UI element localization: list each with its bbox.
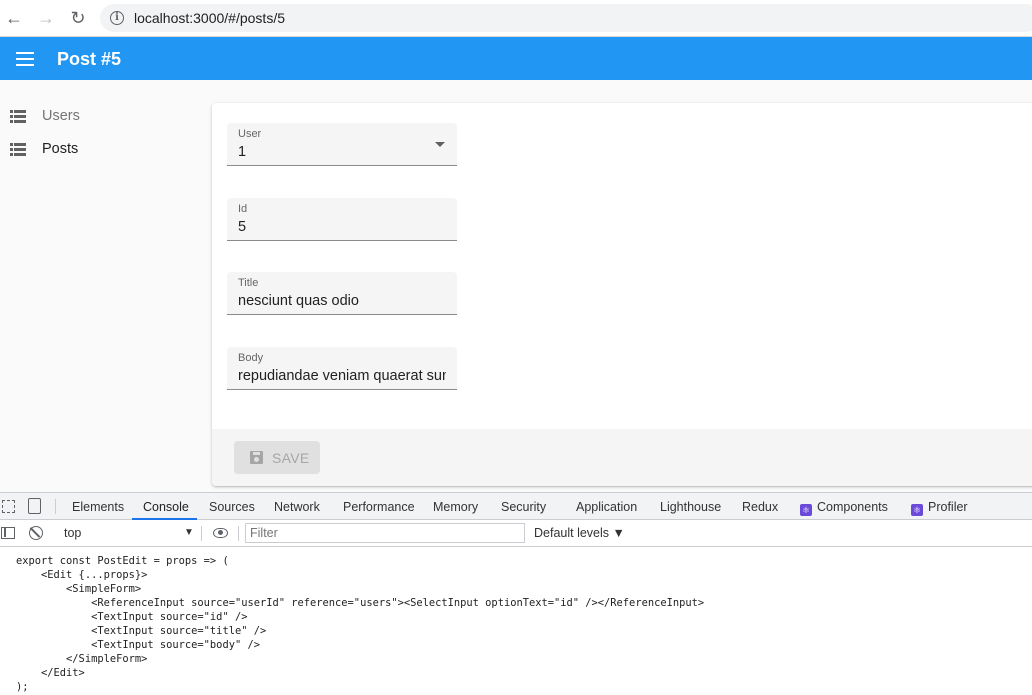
log-levels-dropdown[interactable]: Default levels ▼ xyxy=(534,526,625,540)
field-label: Title xyxy=(238,277,259,289)
tab-elements[interactable]: Elements xyxy=(72,500,124,514)
tab-profiler[interactable]: ⚛ Profiler xyxy=(911,500,968,516)
forward-arrow-icon[interactable]: → xyxy=(36,8,56,28)
divider xyxy=(55,499,56,514)
tab-memory[interactable]: Memory xyxy=(433,500,478,514)
tab-performance[interactable]: Performance xyxy=(343,500,415,514)
react-icon: ⚛ xyxy=(800,504,812,516)
list-icon xyxy=(10,143,26,156)
page-title: Post #5 xyxy=(57,49,122,69)
console-output: export const PostEdit = props => ( <Edit… xyxy=(16,554,704,694)
dropdown-arrow-icon[interactable] xyxy=(435,142,445,147)
clear-console-icon[interactable] xyxy=(29,526,43,540)
title-input[interactable]: Title nesciunt quas odio xyxy=(227,272,457,315)
device-toggle-icon[interactable] xyxy=(28,498,41,514)
tab-security[interactable]: Security xyxy=(501,500,546,514)
sidebar-item-label: Users xyxy=(42,108,80,124)
app-bar: Post #5 xyxy=(0,37,1032,80)
save-icon xyxy=(250,451,263,464)
console-line: <ReferenceInput source="userId" referenc… xyxy=(16,597,705,609)
field-value: 5 xyxy=(238,219,247,235)
console-line: ); xyxy=(16,681,29,693)
tab-console[interactable]: Console xyxy=(143,500,189,514)
tab-application[interactable]: Application xyxy=(576,500,637,514)
form-toolbar: SAVE xyxy=(212,429,1032,486)
console-sidebar-icon[interactable] xyxy=(1,527,15,539)
tab-network[interactable]: Network xyxy=(274,500,320,514)
user-select[interactable]: User 1 xyxy=(227,123,457,166)
console-line: <TextInput source="id" /> xyxy=(16,611,248,623)
context-selector[interactable]: top xyxy=(64,526,81,540)
reload-icon[interactable]: ↻ xyxy=(68,8,88,28)
sidebar-item-label: Posts xyxy=(42,141,79,157)
console-toolbar: top ▼ Default levels ▼ xyxy=(0,520,1032,547)
tab-label: Profiler xyxy=(928,500,968,514)
react-icon: ⚛ xyxy=(911,504,923,516)
edit-form-card: User 1 Id 5 Title nesciunt quas odio Bod… xyxy=(212,103,1032,486)
field-label: User xyxy=(238,128,262,140)
hamburger-menu-icon[interactable] xyxy=(16,52,34,66)
tab-components[interactable]: ⚛ Components xyxy=(800,500,888,516)
url-text[interactable]: localhost:3000/#/posts/5 xyxy=(134,10,285,26)
field-value: 1 xyxy=(238,144,247,160)
main-layout: Users Posts User 1 Id 5 Title nesciunt q… xyxy=(0,80,1032,492)
browser-toolbar: ← → ↻ i localhost:3000/#/posts/5 xyxy=(0,0,1032,37)
save-button[interactable]: SAVE xyxy=(234,441,320,474)
field-value: repudiandae veniam quaerat sunt sed xyxy=(238,368,446,384)
divider xyxy=(201,526,202,541)
console-line: </SimpleForm> xyxy=(16,653,148,665)
id-input[interactable]: Id 5 xyxy=(227,198,457,241)
console-line: <Edit {...props}> xyxy=(16,569,148,581)
save-button-label: SAVE xyxy=(272,450,310,466)
info-icon[interactable]: i xyxy=(110,11,124,25)
body-input[interactable]: Body repudiandae veniam quaerat sunt sed xyxy=(227,347,457,390)
field-value: nesciunt quas odio xyxy=(238,293,359,309)
console-line: </Edit> xyxy=(16,667,85,679)
tab-label: Components xyxy=(817,500,888,514)
tab-lighthouse[interactable]: Lighthouse xyxy=(660,500,721,514)
console-line: export const PostEdit = props => ( xyxy=(16,555,229,567)
sidebar-item-posts[interactable]: Posts xyxy=(0,135,200,165)
inspect-element-icon[interactable] xyxy=(2,500,15,513)
console-line: <TextInput source="body" /> xyxy=(16,639,260,651)
live-expression-eye-icon[interactable] xyxy=(213,528,228,538)
devtools-tab-bar: Elements Console Sources Network Perform… xyxy=(0,493,1032,520)
console-filter-input[interactable] xyxy=(245,523,525,543)
list-icon xyxy=(10,110,26,123)
tab-redux[interactable]: Redux xyxy=(742,500,778,514)
console-line: <SimpleForm> xyxy=(16,583,142,595)
chevron-down-icon[interactable]: ▼ xyxy=(184,527,194,538)
devtools-panel: Elements Console Sources Network Perform… xyxy=(0,492,1032,695)
address-bar[interactable]: i localhost:3000/#/posts/5 xyxy=(100,4,1032,32)
console-line: <TextInput source="title" /> xyxy=(16,625,267,637)
back-arrow-icon[interactable]: ← xyxy=(4,8,24,28)
divider xyxy=(238,526,239,541)
tab-sources[interactable]: Sources xyxy=(209,500,255,514)
field-label: Body xyxy=(238,352,264,364)
sidebar-item-users[interactable]: Users xyxy=(0,102,200,132)
field-label: Id xyxy=(238,203,248,215)
